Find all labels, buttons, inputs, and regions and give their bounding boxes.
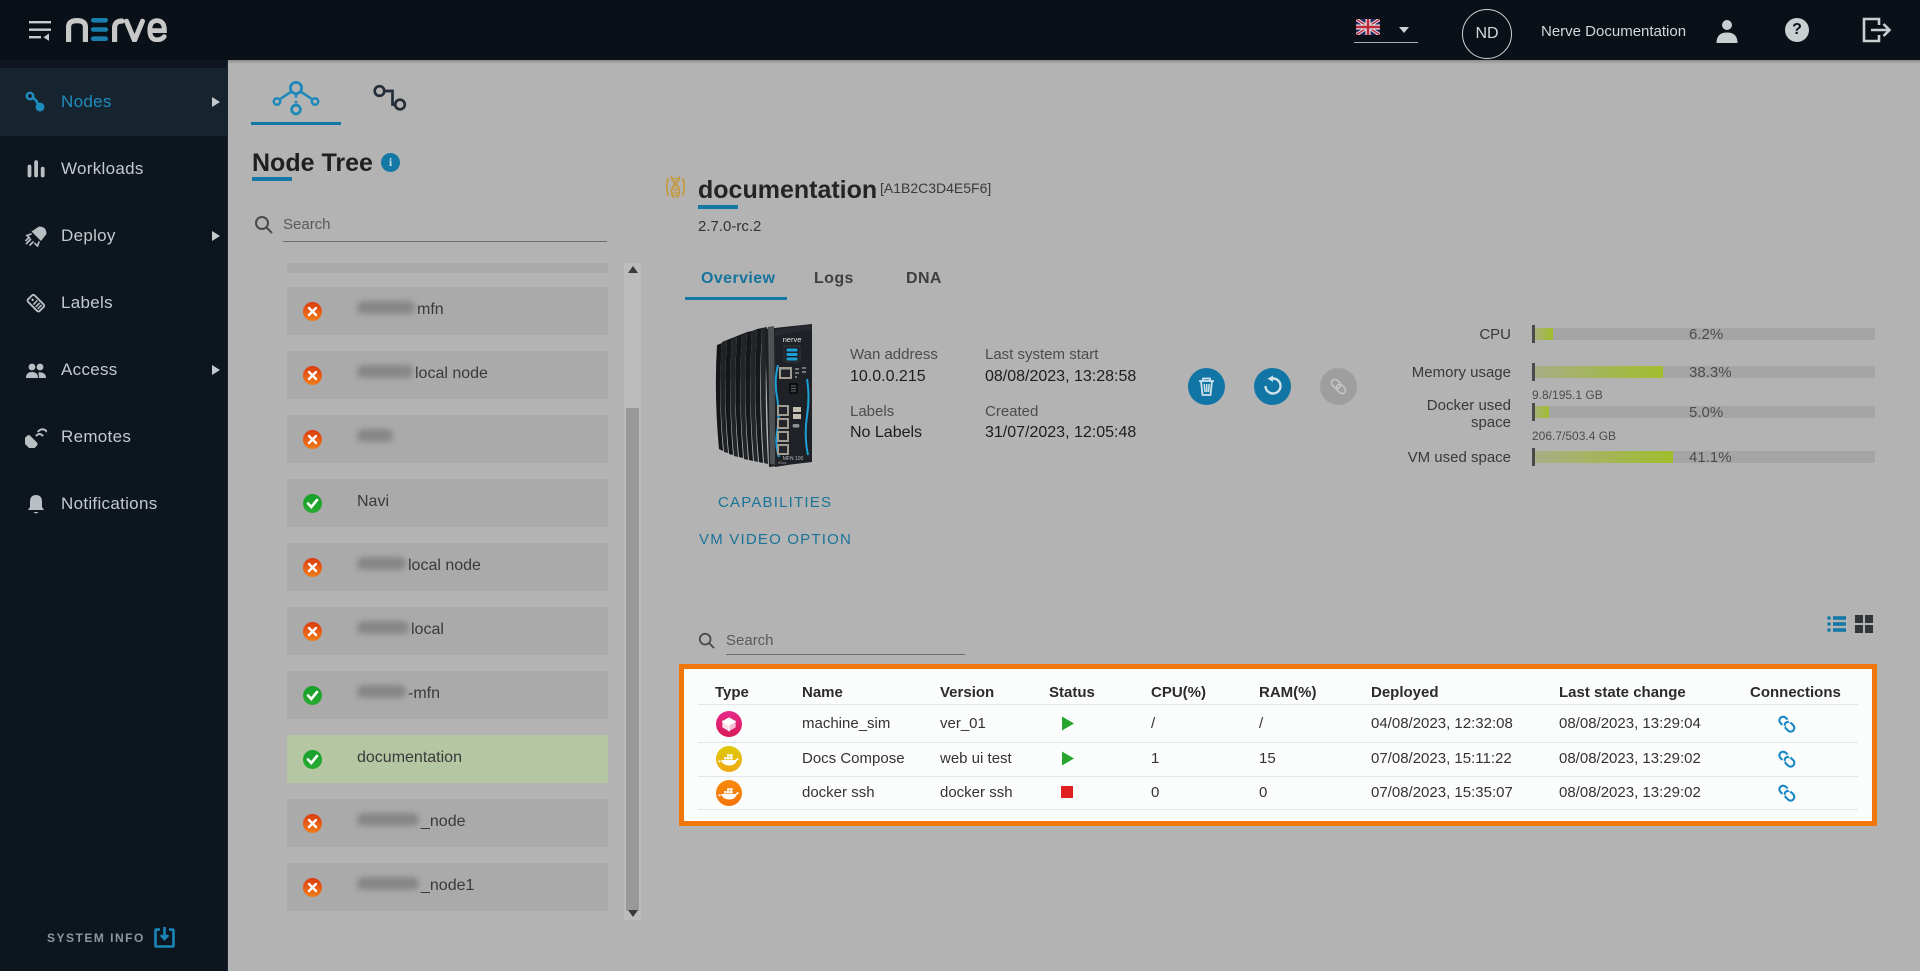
svg-text:KBox: KBox xyxy=(778,461,787,465)
svg-text:nerve: nerve xyxy=(783,335,802,344)
